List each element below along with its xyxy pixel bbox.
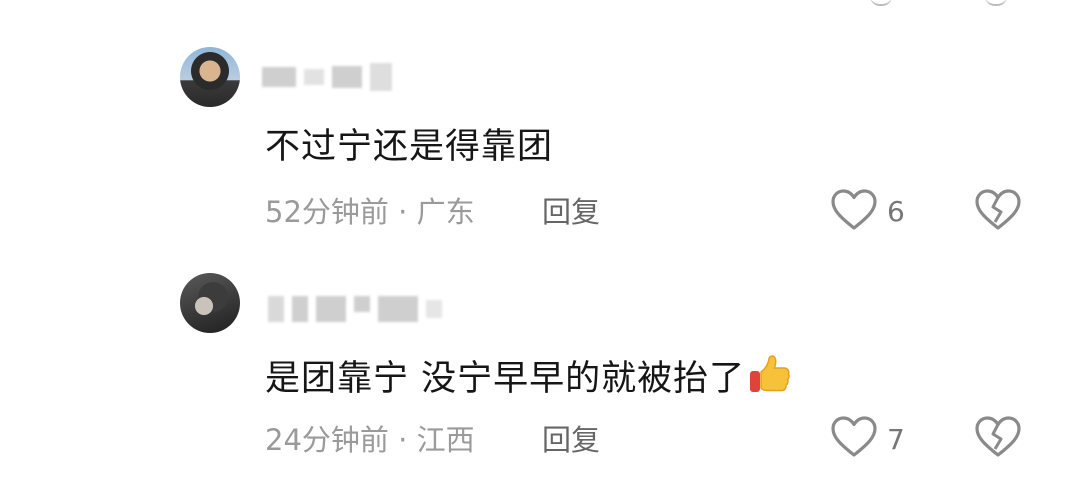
previous-like-icon-edge [870, 0, 892, 6]
comment-meta: 52分钟前 · 广东 [265, 192, 475, 232]
like-count: 6 [887, 195, 905, 228]
reply-button[interactable]: 回复 [542, 192, 600, 232]
broken-heart-dislike-icon[interactable] [974, 188, 1022, 232]
previous-dislike-icon-edge [985, 0, 1007, 6]
broken-heart-dislike-icon[interactable] [974, 415, 1022, 459]
avatar[interactable] [180, 273, 240, 333]
timestamp: 24分钟前 [265, 423, 389, 457]
comment-meta: 24分钟前 · 江西 [265, 420, 475, 460]
like-count: 7 [887, 423, 905, 456]
timestamp: 52分钟前 [265, 195, 389, 229]
heart-like-icon[interactable] [830, 188, 878, 232]
username-redacted[interactable] [268, 292, 442, 326]
heart-like-icon[interactable] [830, 415, 878, 459]
comment-text: 是团靠宁 没宁早早的就被抬了 [265, 352, 791, 401]
location: 江西 [416, 423, 475, 457]
avatar[interactable] [180, 47, 240, 107]
meta-separator: · [388, 195, 417, 229]
comment-list: 不过宁还是得靠团 52分钟前 · 广东 回复 6 是团靠宁 没宁早早的就被抬了 [0, 0, 1080, 487]
username-redacted[interactable] [262, 60, 392, 94]
reply-button[interactable]: 回复 [542, 420, 600, 460]
meta-separator: · [388, 423, 417, 457]
thumbs-up-icon [750, 355, 790, 392]
comment-text-content: 是团靠宁 没宁早早的就被抬了 [265, 359, 746, 399]
comment-text: 不过宁还是得靠团 [265, 127, 554, 167]
location: 广东 [416, 195, 475, 229]
